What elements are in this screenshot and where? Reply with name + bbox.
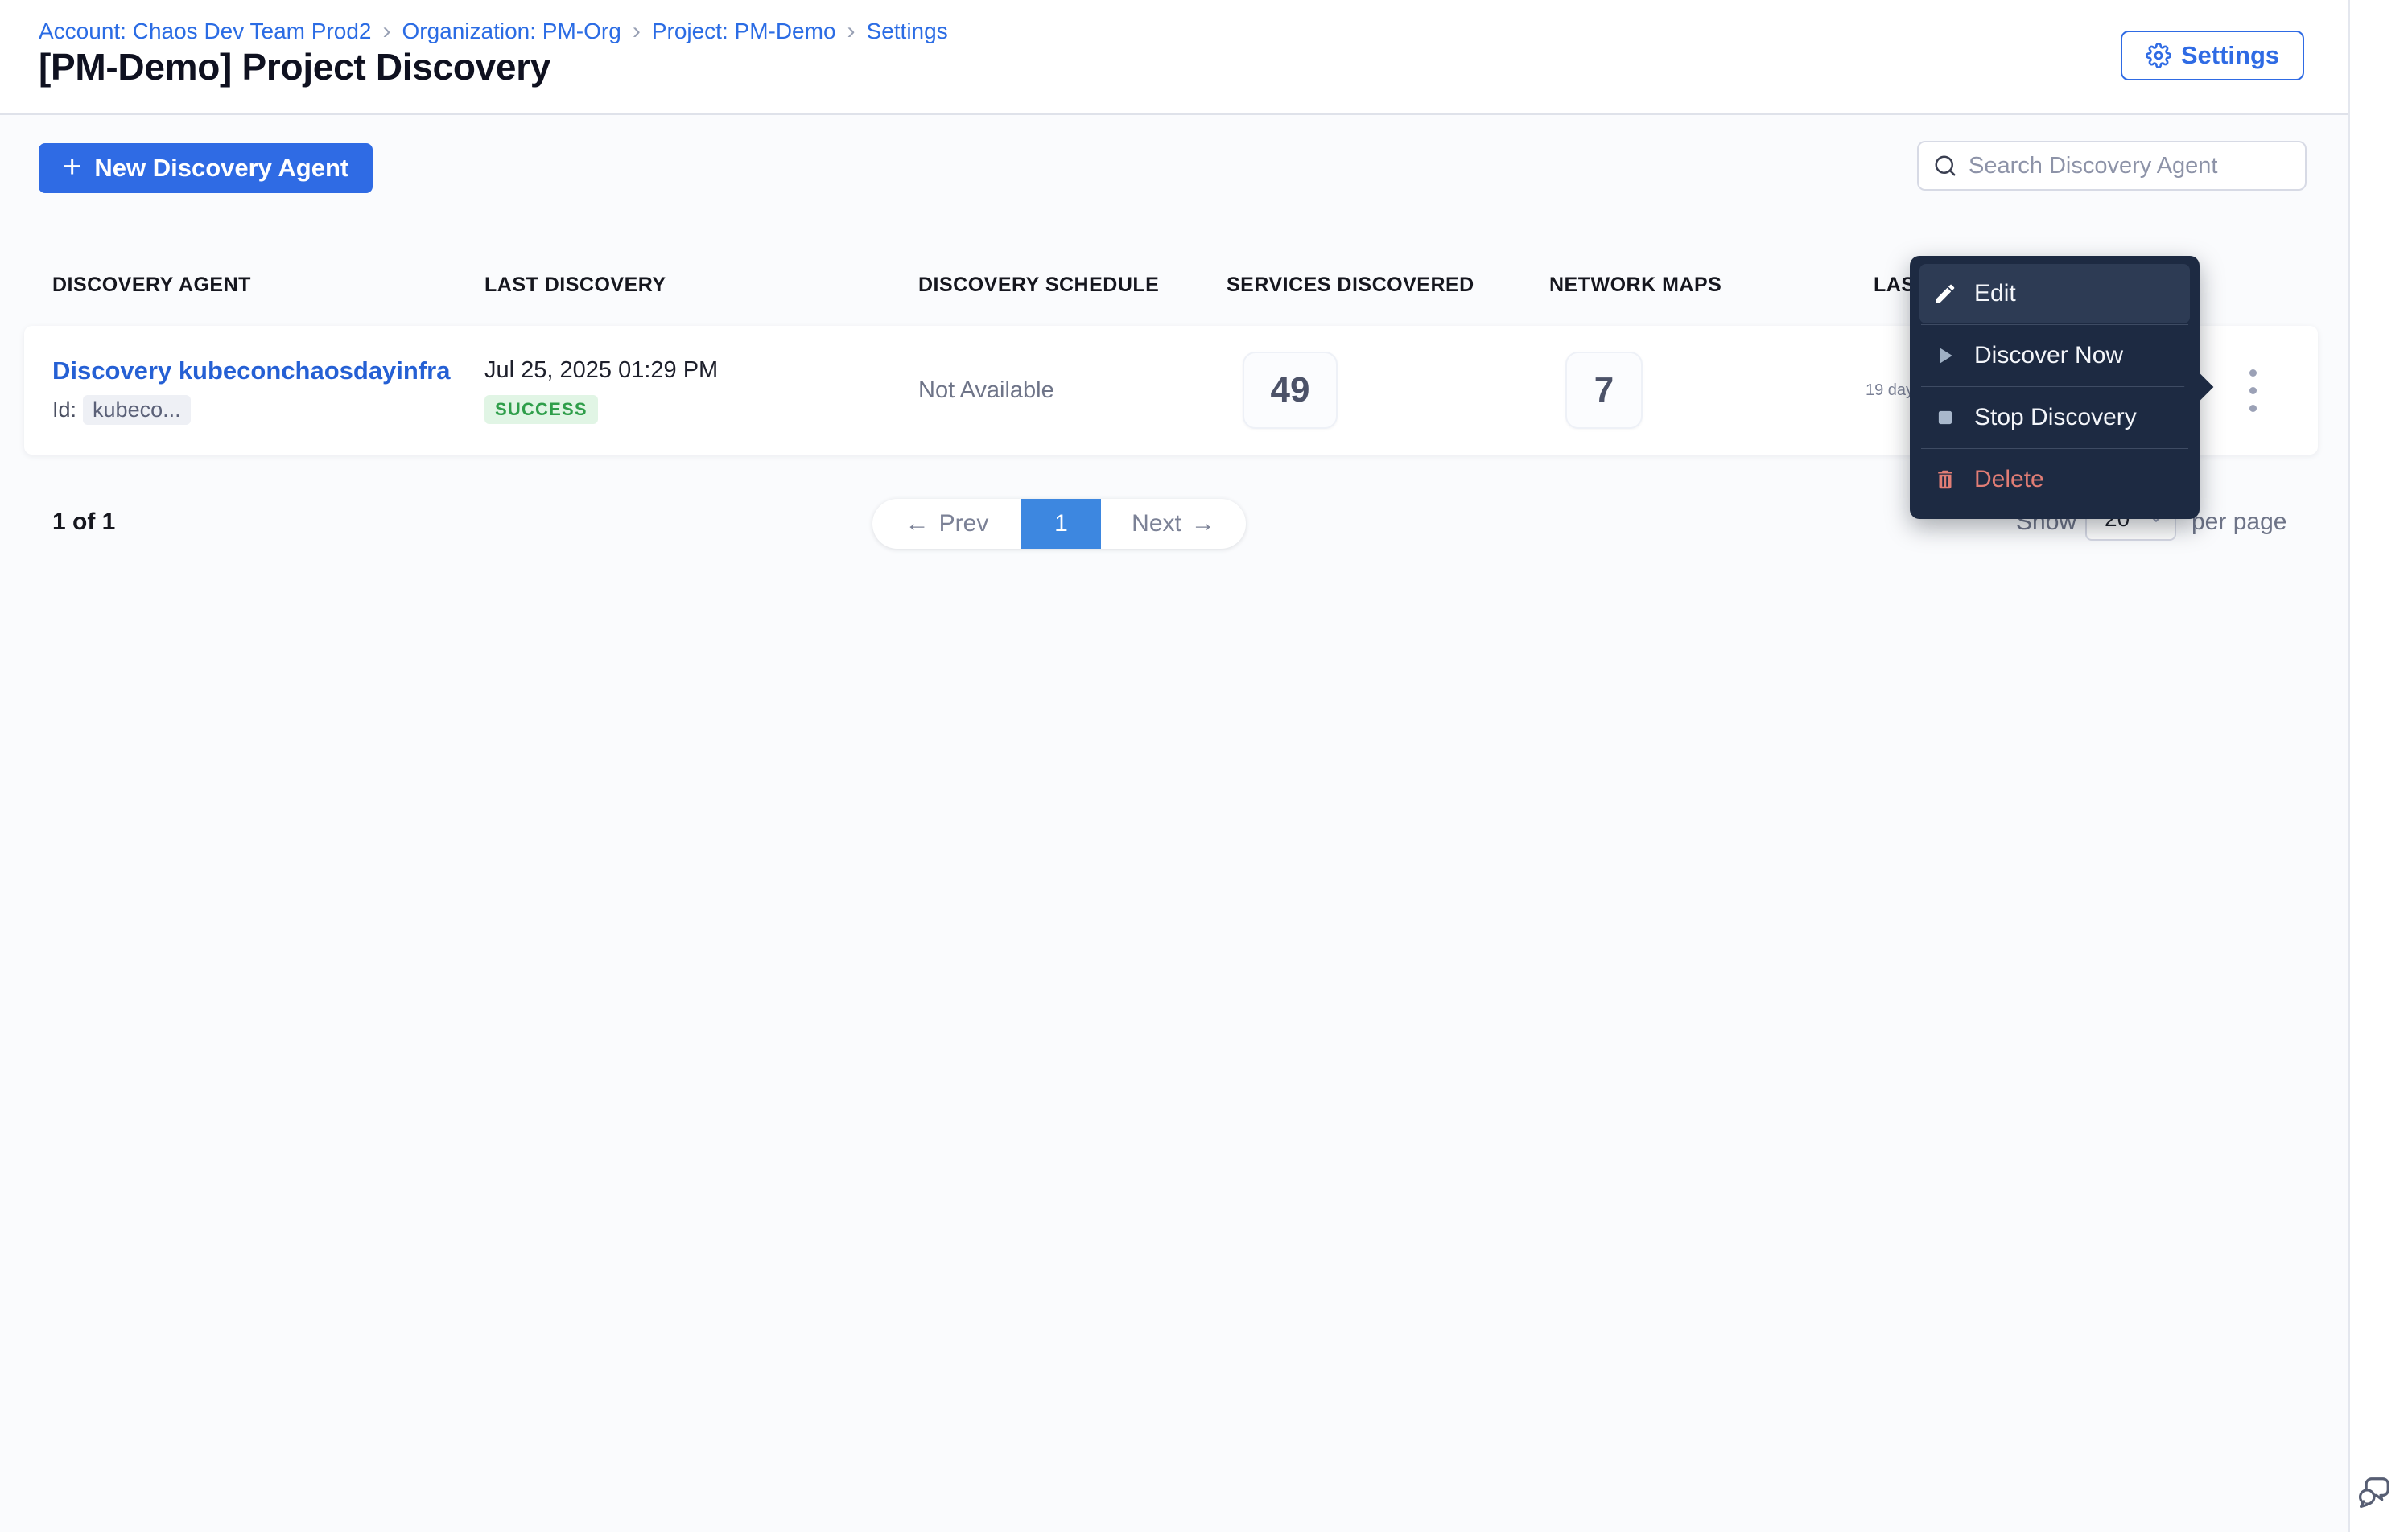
column-header-last-discovery: LAST DISCOVERY <box>484 274 666 296</box>
pagination-next-button[interactable]: Next → <box>1101 499 1246 549</box>
agent-id-label: Id: <box>52 397 77 422</box>
arrow-right-icon: → <box>1190 510 1215 537</box>
menu-divider <box>1921 386 2188 387</box>
menu-divider <box>1921 324 2188 325</box>
menu-divider <box>1921 448 2188 449</box>
agent-id: Id: kubeco... <box>52 394 191 425</box>
services-discovered-count: 49 <box>1243 352 1338 429</box>
agent-name-link[interactable]: Discovery kubeconchaosdayinfra <box>52 356 450 385</box>
last-discovery-date: Jul 25, 2025 01:29 PM <box>484 356 719 383</box>
topbar: Account: Chaos Dev Team Prod2 › Organiza… <box>0 0 2348 115</box>
chat-bubbles-icon[interactable] <box>2354 1471 2396 1513</box>
breadcrumb-separator-icon: › <box>632 18 641 44</box>
menu-item-delete-label: Delete <box>1974 466 2044 492</box>
trash-icon <box>1932 467 1958 492</box>
menu-item-discover-now-label: Discover Now <box>1974 342 2124 369</box>
breadcrumb-settings[interactable]: Settings <box>867 19 948 44</box>
pagination: ← Prev 1 Next → <box>872 499 1246 549</box>
search-input[interactable] <box>1969 152 2290 179</box>
breadcrumb-project[interactable]: Project: PM-Demo <box>652 19 836 44</box>
settings-button[interactable]: Settings <box>2121 31 2304 80</box>
pencil-icon <box>1932 281 1958 307</box>
menu-item-edit[interactable]: Edit <box>1919 264 2190 323</box>
pagination-next-label: Next <box>1132 510 1181 537</box>
column-header-discovery-schedule: DISCOVERY SCHEDULE <box>918 274 1160 296</box>
network-maps-count: 7 <box>1565 352 1643 429</box>
column-header-discovery-agent: DISCOVERY AGENT <box>52 274 251 296</box>
breadcrumb: Account: Chaos Dev Team Prod2 › Organiza… <box>39 18 948 45</box>
page-title: [PM-Demo] Project Discovery <box>39 46 551 88</box>
breadcrumb-separator-icon: › <box>847 18 856 44</box>
last-discovery-cell: Jul 25, 2025 01:29 PM SUCCESS <box>484 357 918 424</box>
page: Account: Chaos Dev Team Prod2 › Organiza… <box>0 0 2408 1532</box>
search-box <box>1917 141 2307 191</box>
agent-id-value[interactable]: kubeco... <box>83 394 191 425</box>
context-menu: Edit Discover Now Stop Discovery Delete <box>1910 256 2214 519</box>
column-header-services-discovered: SERVICES DISCOVERED <box>1227 274 1474 296</box>
new-discovery-agent-button[interactable]: + New Discovery Agent <box>39 143 373 193</box>
menu-item-stop-discovery-label: Stop Discovery <box>1974 404 2137 430</box>
pagination-prev-button[interactable]: ← Prev <box>872 499 1021 549</box>
play-icon <box>1932 343 1958 369</box>
column-header-network-maps: NETWORK MAPS <box>1549 274 1722 296</box>
settings-button-label: Settings <box>2180 41 2280 69</box>
plus-icon: + <box>63 149 82 184</box>
new-discovery-agent-label: New Discovery Agent <box>94 154 349 182</box>
gear-icon <box>2145 43 2171 68</box>
stop-icon <box>1932 405 1958 430</box>
menu-item-delete[interactable]: Delete <box>1919 450 2190 509</box>
search-icon <box>1933 154 1957 178</box>
content: + New Discovery Agent DISCOVERY AGENT LA… <box>0 115 2348 1532</box>
agent-cell: Discovery kubeconchaosdayinfra Id: kubec… <box>52 356 484 425</box>
pagination-prev-label: Prev <box>938 510 989 537</box>
per-page-label: per page <box>2192 509 2287 535</box>
right-strip <box>2350 0 2408 1532</box>
menu-item-edit-label: Edit <box>1974 280 2016 307</box>
row-actions-kebab-icon[interactable] <box>2245 352 2278 429</box>
breadcrumb-separator-icon: › <box>382 18 391 44</box>
menu-item-discover-now[interactable]: Discover Now <box>1919 326 2190 385</box>
pagination-summary: 1 of 1 <box>52 509 116 535</box>
menu-item-stop-discovery[interactable]: Stop Discovery <box>1919 388 2190 447</box>
breadcrumb-organization[interactable]: Organization: PM-Org <box>402 19 621 44</box>
arrow-left-icon: ← <box>905 510 930 537</box>
discovery-schedule-value: Not Available <box>918 377 1054 403</box>
breadcrumb-account[interactable]: Account: Chaos Dev Team Prod2 <box>39 19 371 44</box>
pagination-page-1[interactable]: 1 <box>1021 499 1101 549</box>
status-badge: SUCCESS <box>484 394 598 424</box>
